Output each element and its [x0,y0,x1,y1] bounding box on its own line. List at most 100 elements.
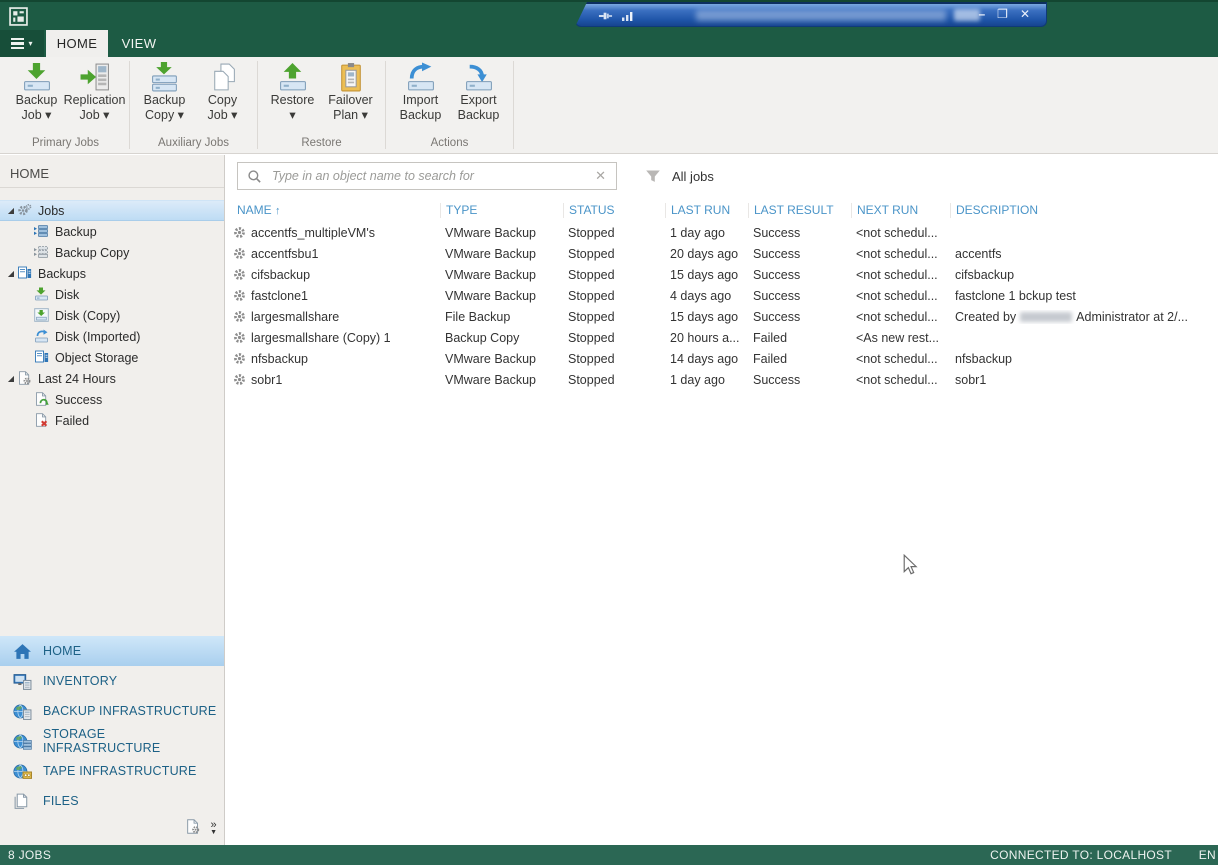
table-row[interactable]: largesmallshare (Copy) 1 Backup Copy Sto… [232,327,1218,348]
sidebar-item-backup-infrastructure[interactable]: BACKUP INFRASTRUCTURE [0,696,224,726]
tree-item-failed[interactable]: ◢ Failed [0,410,224,431]
restore-button[interactable]: Restore ▾ [265,61,320,123]
connected-to: CONNECTED TO: LOCALHOST [990,848,1172,862]
table-row[interactable]: accentfsbu1 VMware Backup Stopped 20 day… [232,243,1218,264]
jobs-table: NAME ↑ TYPE STATUS LAST RUN LAST RESULT … [232,198,1218,390]
sidebar-item-tape-infrastructure[interactable]: TAPE INFRASTRUCTURE [0,756,224,786]
sidebar-item-inventory[interactable]: INVENTORY [0,666,224,696]
column-header-description[interactable]: DESCRIPTION [950,203,1218,218]
tree-item-success[interactable]: ◢ Success [0,389,224,410]
tab-view[interactable]: VIEW [108,30,170,57]
import-backup-button[interactable]: Import Backup [393,61,448,123]
ribbon-group-label: Auxiliary Jobs [130,137,257,153]
sidebar-item-files[interactable]: FILES [0,786,224,816]
search-clear-icon[interactable]: ✕ [585,168,616,184]
ribbon-group-label: Restore [258,137,385,153]
ribbon-tab-row: ▾ HOME VIEW [0,30,1218,57]
expand-twisty-icon[interactable]: ◢ [5,206,17,215]
search-input[interactable] [270,168,585,184]
table-row[interactable]: cifsbackup VMware Backup Stopped 15 days… [232,264,1218,285]
job-gear-icon [233,331,246,344]
sidebar-item-home[interactable]: HOME [0,636,224,666]
job-gear-icon [233,226,246,239]
chevron-down-icon: ▼ [210,829,217,837]
table-row[interactable]: nfsbackup VMware Backup Stopped 14 days … [232,348,1218,369]
backup-copy-jobs-icon [34,245,50,260]
object-storage-icon [34,350,50,365]
table-row[interactable]: largesmallshare File Backup Stopped 15 d… [232,306,1218,327]
disk-icon [34,287,50,302]
tree-item-jobs[interactable]: ◢ Jobs [0,200,224,221]
console-close-button[interactable]: ✕ [1020,6,1030,23]
menu-caret-icon: ▾ [28,39,32,48]
ribbon-group-restore: Restore ▾ Failover Plan ▾ Restore [258,57,385,153]
replication-job-button[interactable]: Replication Job ▾ [67,61,122,123]
tree-item-object-storage[interactable]: ◢ Object Storage [0,347,224,368]
tree-item-backup-copy[interactable]: ◢ Backup Copy [0,242,224,263]
hamburger-icon [11,38,24,50]
signal-strength-icon [622,8,634,26]
filter-funnel-icon [645,169,661,184]
backup-jobs-icon [34,224,50,239]
jobs-panel: ✕ All jobs NAME ↑ TYPE STATUS LAST RUN L… [226,155,1218,845]
pin-icon[interactable] [598,8,613,26]
job-gear-icon [233,268,246,281]
main-menu-button[interactable]: ▾ [0,30,44,57]
tree-item-disk-imported[interactable]: ◢ Disk (Imported) [0,326,224,347]
workspace-nav: HOME INVENTORY [0,636,224,816]
tape-infrastructure-icon [13,763,34,780]
failover-plan-button[interactable]: Failover Plan ▾ [323,61,378,123]
nav-options-chevron[interactable]: » ▼ [210,821,217,837]
tree-item-disk-copy[interactable]: ◢ Disk (Copy) [0,305,224,326]
job-gear-icon [233,352,246,365]
console-restore-button[interactable]: ❐ [997,6,1008,23]
redacted-username [1020,312,1072,322]
disk-imported-icon [34,329,50,344]
column-header-type[interactable]: TYPE [440,203,563,218]
expand-twisty-icon[interactable]: ◢ [5,269,17,278]
ribbon-group-label: Primary Jobs [2,137,129,153]
failover-plan-icon [334,62,368,93]
column-header-status[interactable]: STATUS [563,203,665,218]
export-backup-icon [462,62,496,93]
failed-icon [34,413,50,428]
column-header-last-result[interactable]: LAST RESULT [748,203,851,218]
ribbon-group-label: Actions [386,137,513,153]
tree-item-backups[interactable]: ◢ Backups [0,263,224,284]
tree-item-disk[interactable]: ◢ Disk [0,284,224,305]
backup-job-button[interactable]: Backup Job ▾ [9,61,64,123]
job-filter[interactable]: All jobs [645,162,714,190]
column-header-last-run[interactable]: LAST RUN [665,203,748,218]
backup-copy-button[interactable]: Backup Copy ▾ [137,61,192,123]
tree-item-last-24-hours[interactable]: ◢ Last 24 Hours [0,368,224,389]
replication-job-icon [78,62,112,93]
column-header-next-run[interactable]: NEXT RUN [851,203,950,218]
copy-job-button[interactable]: Copy Job ▾ [195,61,250,123]
success-icon [34,392,50,407]
sidebar-item-storage-infrastructure[interactable]: STORAGE INFRASTRUCTURE [0,726,224,756]
remote-console-toolbar[interactable]: – ❐ ✕ [575,2,1047,27]
files-icon [13,793,34,810]
console-minimize-button[interactable]: – [978,6,985,23]
backup-job-icon [20,62,54,93]
app-logo-icon [9,7,28,31]
home-icon [13,643,34,660]
report-page-icon[interactable] [185,819,201,839]
tree-item-backup[interactable]: ◢ Backup [0,221,224,242]
table-row[interactable]: sobr1 VMware Backup Stopped 1 day ago Su… [232,369,1218,390]
expand-twisty-icon[interactable]: ◢ [5,374,17,383]
job-gear-icon [233,289,246,302]
edition-truncated: EN [1199,848,1216,862]
export-backup-button[interactable]: Export Backup [451,61,506,123]
ribbon: Backup Job ▾ Replication Job ▾ Primary J… [0,57,1218,154]
tab-home[interactable]: HOME [46,30,108,57]
backup-infrastructure-icon [13,703,34,720]
jobs-icon [17,203,33,218]
table-row[interactable]: fastclone1 VMware Backup Stopped 4 days … [232,285,1218,306]
sort-ascending-icon: ↑ [275,205,281,217]
table-header-row: NAME ↑ TYPE STATUS LAST RUN LAST RESULT … [232,198,1218,222]
inventory-icon [13,673,34,690]
table-row[interactable]: accentfs_multipleVM's VMware Backup Stop… [232,222,1218,243]
column-header-name[interactable]: NAME ↑ [232,203,440,218]
search-box[interactable]: ✕ [237,162,617,190]
